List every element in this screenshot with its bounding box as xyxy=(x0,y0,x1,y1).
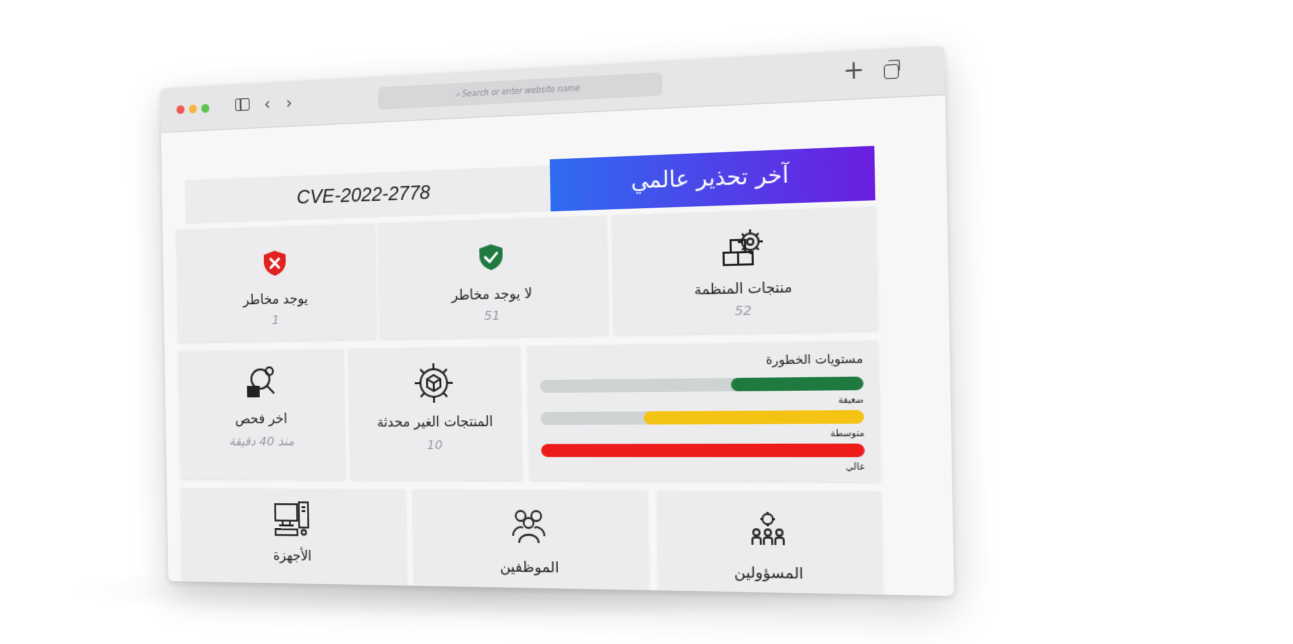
devices-card[interactable]: الأجهزة xyxy=(181,488,407,596)
severity-medium-fill xyxy=(644,410,864,425)
gear-box-icon xyxy=(413,361,456,405)
scan-search-icon xyxy=(242,363,279,402)
new-tab-icon[interactable]: + xyxy=(843,58,865,82)
severity-levels-card: مستويات الخطورة ضعيفة متوسطة عالي xyxy=(527,341,880,482)
has-risk-value: 1 xyxy=(178,311,376,329)
outdated-products-card[interactable]: المنتجات الغير محدثة 10 xyxy=(349,346,522,480)
close-window-button[interactable] xyxy=(176,105,184,114)
outdated-products-label: المنتجات الغير محدثة xyxy=(350,414,521,431)
cve-id[interactable]: CVE-2022-2778 xyxy=(185,165,551,224)
admins-group-icon xyxy=(747,510,789,552)
org-products-value: 52 xyxy=(614,301,878,322)
maximize-window-button[interactable] xyxy=(201,104,209,113)
employees-card[interactable]: الموظفين xyxy=(413,489,649,596)
devices-icon xyxy=(271,500,312,539)
severity-high-label: عالي xyxy=(845,462,865,472)
outdated-products-value: 10 xyxy=(350,438,521,453)
severity-high-fill xyxy=(541,444,865,458)
admins-label: المسؤولين xyxy=(658,562,882,584)
severity-high-track xyxy=(541,444,865,458)
product-settings-icon xyxy=(717,225,768,274)
employees-group-icon xyxy=(509,506,549,546)
severity-low-track xyxy=(540,377,864,393)
severity-medium-track xyxy=(540,410,864,425)
sidebar-toggle-icon[interactable] xyxy=(235,98,250,111)
no-risk-value: 51 xyxy=(380,306,608,325)
org-products-card[interactable]: منتجات المنظمة 52 xyxy=(612,207,877,335)
browser-window: ‹ › ⌕ Search or enter website name + CVE… xyxy=(160,46,954,596)
address-placeholder: Search or enter website name xyxy=(462,84,580,99)
forward-arrow-icon[interactable]: › xyxy=(286,93,293,115)
severity-title: مستويات الخطورة xyxy=(766,351,863,367)
no-risk-card[interactable]: لا يوجد مخاطر 51 xyxy=(378,216,608,339)
red-shield-x-icon xyxy=(262,249,288,277)
employees-label: الموظفين xyxy=(414,556,649,578)
severity-medium-label: متوسطة xyxy=(830,429,864,440)
has-risk-card[interactable]: يوجد مخاطر 1 xyxy=(177,223,377,342)
address-bar[interactable]: ⌕ Search or enter website name xyxy=(378,72,663,110)
severity-low-label: ضعيفة xyxy=(838,395,864,406)
latest-global-alert-title: آخر تحذير عالمي xyxy=(550,146,876,212)
back-arrow-icon[interactable]: ‹ xyxy=(264,94,271,115)
tab-overview-icon[interactable] xyxy=(884,64,899,79)
devices-label: الأجهزة xyxy=(182,547,407,566)
no-risk-label: لا يوجد مخاطر xyxy=(379,284,607,305)
dashboard: CVE-2022-2778 آخر تحذير عالمي منتجات الم… xyxy=(161,94,954,596)
last-scan-label: اخر فحص xyxy=(180,411,345,427)
admins-card[interactable]: المسؤولين xyxy=(657,491,882,596)
last-scan-card[interactable]: اخر فحص منذ 40 دقيقة xyxy=(179,349,346,479)
org-products-label: منتجات المنظمة xyxy=(613,278,877,300)
green-shield-check-icon xyxy=(477,243,505,272)
severity-low-fill xyxy=(731,377,864,392)
minimize-window-button[interactable] xyxy=(189,105,197,114)
last-scan-value: منذ 40 دقيقة xyxy=(180,435,345,450)
has-risk-label: يوجد مخاطر xyxy=(178,290,376,310)
